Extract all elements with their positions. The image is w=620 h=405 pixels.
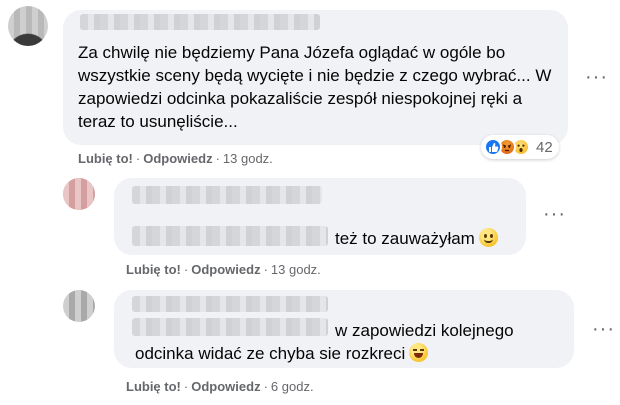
reply-link[interactable]: Odpowiedz [191, 262, 260, 277]
separator-dot: · [183, 379, 189, 394]
blurred-author-name [80, 14, 320, 30]
like-link[interactable]: Lubię to! [126, 262, 181, 277]
blurred-avatar-image [63, 178, 95, 210]
blurred-author-name [132, 296, 328, 312]
separator-dot: · [263, 262, 268, 277]
comment-actions: Lubię to! · Odpowiedz · 13 godz. [78, 151, 273, 166]
reactions-summary[interactable]: 42 [481, 135, 559, 159]
timestamp[interactable]: 13 godz. [223, 151, 273, 166]
laughing-emoji [409, 343, 429, 362]
blurred-text [132, 318, 328, 336]
separator-dot: · [263, 379, 268, 394]
more-options-icon[interactable]: ··· [592, 319, 615, 339]
reply-actions: Lubię to! · Odpowiedz · 6 godz. [126, 379, 314, 394]
avatar[interactable] [8, 6, 48, 46]
reply-text-line-1: w zapowiedzi kolejnego [335, 321, 514, 340]
reply-text-line-2: odcinka widać ze chyba sie rozkreci [135, 342, 429, 365]
like-link[interactable]: Lubię to! [126, 379, 181, 394]
blurred-text [132, 226, 328, 246]
separator-dot: · [135, 151, 141, 166]
reaction-count: 42 [536, 138, 553, 156]
reply-text: odcinka widać ze chyba sie rozkreci [135, 344, 406, 363]
timestamp[interactable]: 6 godz. [271, 379, 314, 394]
avatar[interactable] [63, 178, 95, 210]
reply-text-line: też to zauważyłam [335, 227, 498, 250]
avatar[interactable] [63, 290, 95, 322]
reply-text: też to zauważyłam [335, 229, 475, 248]
timestamp[interactable]: 13 godz. [271, 262, 321, 277]
like-icon [484, 138, 502, 156]
blurred-avatar-image [8, 6, 48, 46]
comment-text: Za chwilę nie będziemy Pana Józefa ogląd… [78, 43, 552, 131]
like-link[interactable]: Lubię to! [78, 151, 133, 166]
blurred-avatar-image [63, 290, 95, 322]
smile-emoji [478, 228, 498, 247]
reply-link[interactable]: Odpowiedz [191, 379, 260, 394]
reply-link[interactable]: Odpowiedz [143, 151, 212, 166]
separator-dot: · [183, 262, 189, 277]
separator-dot: · [215, 151, 220, 166]
reply-actions: Lubię to! · Odpowiedz · 13 godz. [126, 262, 321, 277]
more-options-icon[interactable]: ··· [585, 67, 608, 87]
blurred-author-name [132, 186, 322, 204]
more-options-icon[interactable]: ··· [543, 204, 566, 224]
